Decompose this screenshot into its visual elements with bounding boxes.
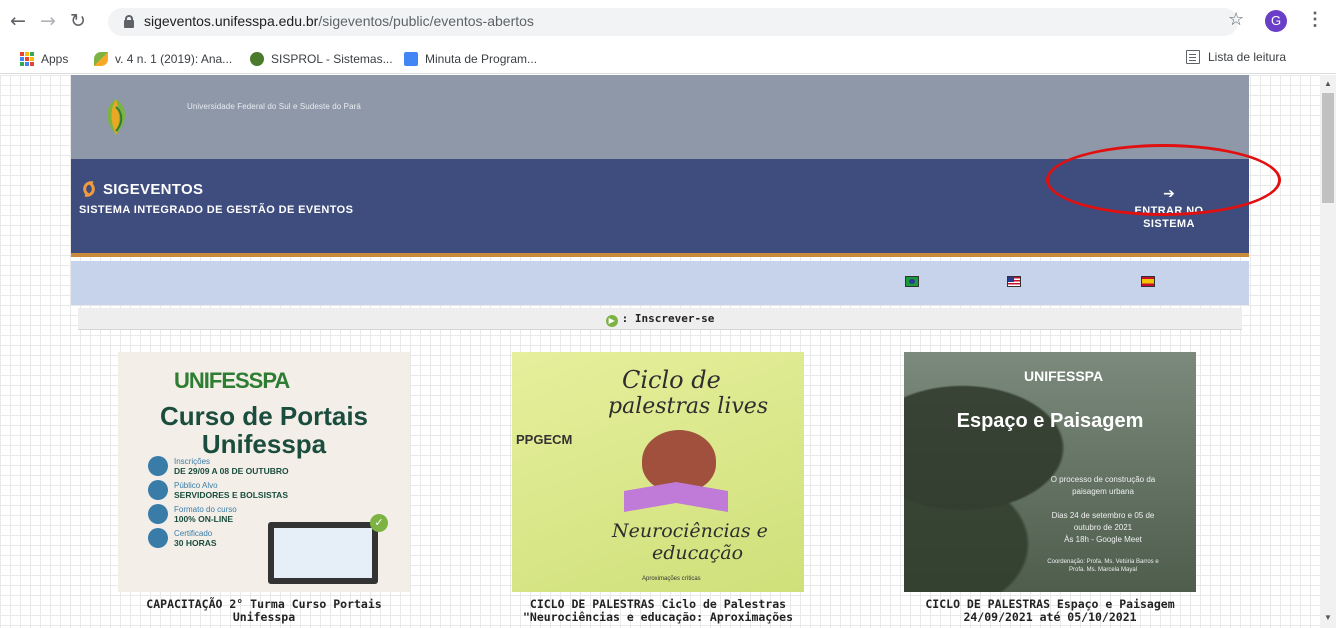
profile-avatar[interactable]: G <box>1265 10 1287 32</box>
browser-toolbar: ← → ↻ sigeventos.unifesspa.edu.br/sigeve… <box>0 0 1336 44</box>
event-poster[interactable]: Ciclo de palestras lives PPGECM Neurociê… <box>512 352 804 592</box>
institution-name: Universidade Federal do Sul e Sudeste do… <box>187 102 361 111</box>
poster-brand: UNIFESSPA <box>174 368 290 393</box>
bookmark-minuta[interactable]: Minuta de Program... <box>404 50 537 68</box>
back-arrow-icon[interactable]: ← <box>8 10 28 32</box>
apps-grid-icon <box>20 52 34 66</box>
event-card: Ciclo de palestras lives PPGECM Neurociê… <box>511 352 805 624</box>
scroll-down-icon[interactable]: ▼ <box>1324 613 1332 622</box>
bookmark-sisprol[interactable]: SISPROL - Sistemas... <box>250 50 393 68</box>
spain-flag-icon[interactable] <box>1141 276 1155 287</box>
system-full-name: SISTEMA INTEGRADO DE GESTÃO DE EVENTOS <box>79 204 354 216</box>
reading-list-icon <box>1186 50 1200 64</box>
event-card: UNIFESSPA Espaço e Paisagem O processo d… <box>903 352 1197 624</box>
system-name: SIGEVENTOS <box>103 180 204 198</box>
event-poster[interactable]: UNIFESSPA Curso de Portais Unifesspa Ins… <box>118 352 410 592</box>
usa-flag-icon[interactable] <box>1007 276 1021 287</box>
event-card: UNIFESSPA Curso de Portais Unifesspa Ins… <box>117 352 411 624</box>
lock-icon <box>124 15 134 28</box>
poster-heading: Curso de Portais Unifesspa <box>159 401 369 459</box>
event-title[interactable]: CICLO DE PALESTRAS Espaço e Paisagem 24/… <box>903 598 1197 624</box>
reload-icon[interactable]: ↻ <box>68 10 88 32</box>
menu-kebab-icon[interactable]: ⋮ <box>1306 9 1324 30</box>
sigeventos-logo: SIGEVENTOS <box>79 179 203 199</box>
check-icon: ✓ <box>370 514 388 532</box>
bookmark-apps[interactable]: Apps <box>20 50 68 68</box>
seal-icon <box>250 52 264 66</box>
docs-icon <box>404 52 418 66</box>
scroll-thumb[interactable] <box>1322 93 1334 203</box>
event-title[interactable]: CAPACITAÇÃO 2° Turma Curso Portais Unife… <box>117 598 411 624</box>
trees-photo <box>904 352 1196 592</box>
highlight-ellipse <box>1046 144 1281 216</box>
reading-list[interactable]: Lista de leitura <box>1186 50 1286 64</box>
vertical-scrollbar[interactable]: ▲ ▼ <box>1320 75 1336 628</box>
bookmarks-bar: Apps v. 4 n. 1 (2019): Ana... SISPROL - … <box>0 44 1336 74</box>
laptop-illustration <box>268 522 378 584</box>
book-illustration <box>624 482 728 512</box>
sigeventos-icon <box>83 181 95 197</box>
forward-arrow-icon[interactable]: → <box>38 10 58 32</box>
bookmark-star-icon[interactable]: ☆ <box>1228 9 1244 30</box>
brazil-flag-icon[interactable] <box>905 276 919 287</box>
language-bar <box>71 261 1249 305</box>
address-bar[interactable]: sigeventos.unifesspa.edu.br/sigeventos/p… <box>108 8 1238 36</box>
poster-org: PPGECM <box>516 432 573 447</box>
subscribe-arrow-icon: ▶ <box>605 315 618 327</box>
subscribe-legend: ▶: Inscrever-se <box>78 308 1242 330</box>
institution-header: Universidade Federal do Sul e Sudeste do… <box>71 75 1249 159</box>
event-poster[interactable]: UNIFESSPA Espaço e Paisagem O processo d… <box>904 352 1196 592</box>
scroll-up-icon[interactable]: ▲ <box>1324 79 1332 88</box>
poster-heading: Espaço e Paisagem <box>956 410 1144 432</box>
event-title[interactable]: CICLO DE PALESTRAS Ciclo de Palestras "N… <box>511 598 805 624</box>
unifesspa-leaf-logo <box>106 99 126 135</box>
bookmark-journal[interactable]: v. 4 n. 1 (2019): Ana... <box>94 50 232 68</box>
leaf-logo-icon <box>94 52 108 66</box>
url-text[interactable]: sigeventos.unifesspa.edu.br/sigeventos/p… <box>144 13 534 29</box>
poster-brand: UNIFESSPA <box>1024 368 1104 384</box>
